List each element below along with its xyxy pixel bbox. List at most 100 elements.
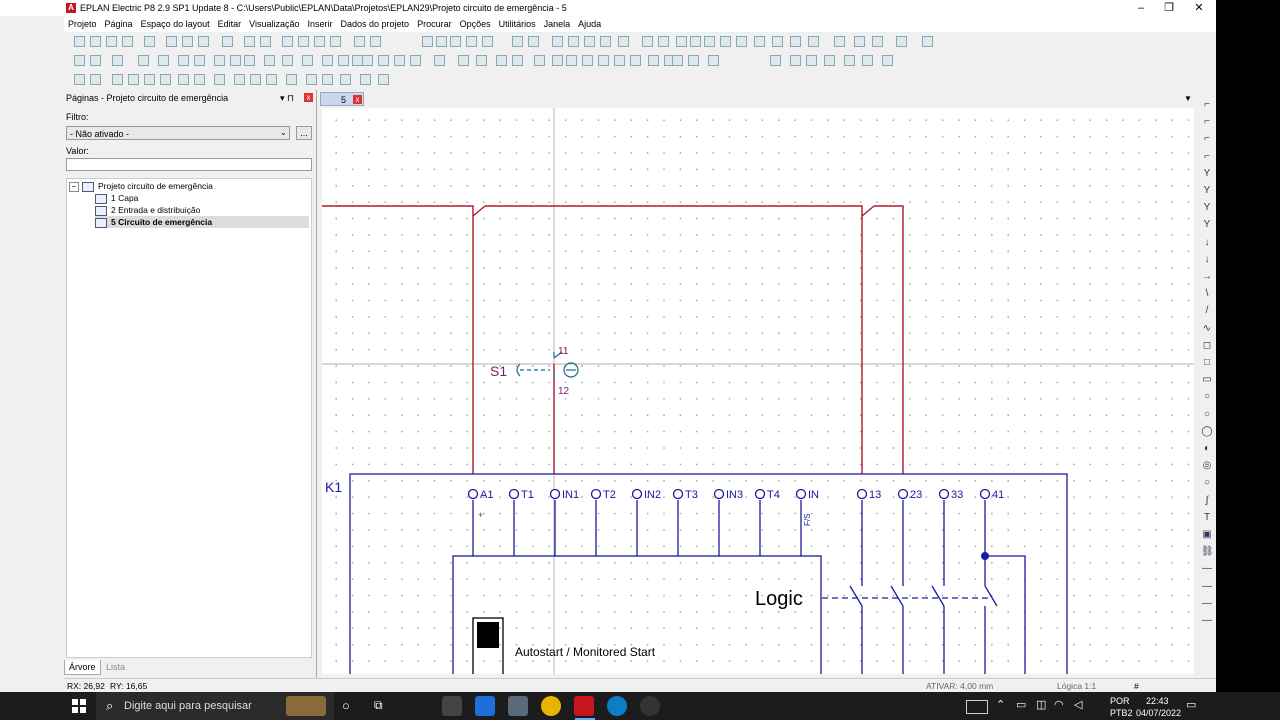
toolbar-tool-icon[interactable] [322, 55, 333, 66]
task-view-icon[interactable]: ⧉ [374, 698, 383, 713]
toolbar-tool-icon[interactable] [534, 55, 545, 66]
toolbar-tool-icon[interactable] [122, 36, 133, 47]
chevron-down-icon[interactable]: ⌄ [280, 128, 287, 137]
toolbar-tool-icon[interactable] [708, 55, 719, 66]
drawing-tool-icon[interactable]: → [1201, 272, 1213, 282]
network-icon[interactable]: ▭ [1016, 698, 1026, 711]
toolbar-tool-icon[interactable] [854, 36, 865, 47]
cortana-icon[interactable]: ○ [342, 698, 350, 713]
clock-date[interactable]: 04/07/2022 [1136, 708, 1181, 718]
toolbar-tool-icon[interactable] [896, 36, 907, 47]
toolbar-tool-icon[interactable] [614, 55, 625, 66]
drawing-tool-icon[interactable]: Y [1201, 220, 1213, 230]
drawing-tool-icon[interactable]: ⌐ [1201, 134, 1213, 144]
toolbar-tool-icon[interactable] [194, 74, 205, 85]
chrome-icon[interactable] [541, 696, 561, 716]
toolbar-tool-icon[interactable] [568, 36, 579, 47]
toolbar-tool-icon[interactable] [244, 36, 255, 47]
toolbar-tool-icon[interactable] [182, 36, 193, 47]
tab-list-chevron-icon[interactable]: ▼ [1184, 94, 1192, 103]
filter-dropdown[interactable]: - Não ativado - [66, 126, 290, 140]
schematic-canvas[interactable]: S1 11 12 K1 + F/S Logic Autostart / Moni… [322, 108, 1194, 674]
drawing-tool-icon[interactable]: ◎ [1201, 461, 1213, 471]
drawing-tool-icon[interactable]: T [1201, 512, 1213, 523]
toolbar-tool-icon[interactable] [436, 36, 447, 47]
drawing-tool-icon[interactable]: Y [1201, 186, 1213, 196]
close-button[interactable]: ✕ [1184, 0, 1214, 16]
toolbar-tool-icon[interactable] [496, 55, 507, 66]
lang-layout[interactable]: PTB2 [1110, 708, 1133, 718]
tree-page-item[interactable]: 1 Capa [95, 192, 138, 204]
toolbar-tool-icon[interactable] [790, 36, 801, 47]
value-input[interactable] [66, 158, 312, 171]
mail-icon[interactable] [475, 696, 495, 716]
toolbar-tool-icon[interactable] [282, 36, 293, 47]
toolbar-tool-icon[interactable] [214, 55, 225, 66]
toolbar-tool-icon[interactable] [230, 55, 241, 66]
toolbar-tool-icon[interactable] [882, 55, 893, 66]
notifications-icon[interactable]: ▭ [1186, 698, 1196, 711]
toolbar-tool-icon[interactable] [340, 74, 351, 85]
toolbar-tool-icon[interactable] [808, 36, 819, 47]
toolbar-tool-icon[interactable] [582, 55, 593, 66]
terminal-connector[interactable] [631, 488, 643, 500]
toolbar-tool-icon[interactable] [844, 55, 855, 66]
panel-close-icon[interactable]: x [304, 93, 313, 102]
toolbar-tool-icon[interactable] [618, 36, 629, 47]
clock-time[interactable]: 22:43 [1146, 696, 1169, 706]
toolbar-tool-icon[interactable] [214, 74, 225, 85]
toolbar-tool-icon[interactable] [112, 74, 123, 85]
toolbar-tool-icon[interactable] [512, 55, 523, 66]
maximize-button[interactable]: ❐ [1154, 0, 1184, 16]
terminal-connector[interactable] [979, 488, 991, 500]
drawing-tool-icon[interactable]: ⌐ [1201, 100, 1213, 110]
toolbar-tool-icon[interactable] [754, 36, 765, 47]
terminal-connector[interactable] [938, 488, 950, 500]
toolbar-tool-icon[interactable] [422, 36, 433, 47]
toolbar-tool-icon[interactable] [158, 55, 169, 66]
lang-indicator[interactable]: POR [1110, 696, 1130, 706]
toolbar-tool-icon[interactable] [512, 36, 523, 47]
tab-lista[interactable]: Lista [102, 660, 129, 674]
menu-opcoes[interactable]: Opções [456, 16, 495, 32]
menu-espaco-layout[interactable]: Espaço do layout [137, 16, 214, 32]
toolbar-tool-icon[interactable] [690, 36, 701, 47]
drawing-tool-icon[interactable]: \ [1201, 289, 1213, 299]
toolbar-tool-icon[interactable] [90, 55, 101, 66]
drawing-tool-icon[interactable]: ◯ [1201, 426, 1213, 437]
windows-start-icon[interactable] [72, 699, 86, 713]
toolbar-tool-icon[interactable] [458, 55, 469, 66]
toolbar-tool-icon[interactable] [720, 36, 731, 47]
drawing-tool-icon[interactable]: ⌐ [1201, 117, 1213, 127]
toolbar-tool-icon[interactable] [338, 55, 349, 66]
menu-utilitarios[interactable]: Utilitários [495, 16, 540, 32]
toolbar-tool-icon[interactable] [74, 74, 85, 85]
terminal-connector[interactable] [856, 488, 868, 500]
toolbar-tool-icon[interactable] [194, 55, 205, 66]
toolbar-tool-icon[interactable] [466, 36, 477, 47]
toolbar-tool-icon[interactable] [234, 74, 245, 85]
taskbar-search-box[interactable]: ⌕ Digite aqui para pesquisar [96, 692, 334, 720]
terminal-connector[interactable] [508, 488, 520, 500]
menu-projeto[interactable]: Projeto [64, 16, 101, 32]
terminal-connector[interactable] [672, 488, 684, 500]
drawing-tool-icon[interactable]: ○ [1201, 478, 1213, 488]
toolbar-tool-icon[interactable] [264, 55, 275, 66]
toolbar-tool-icon[interactable] [354, 36, 365, 47]
toolbar-tool-icon[interactable] [862, 55, 873, 66]
panel-pin-icon[interactable]: ▾ ⊓ [280, 90, 294, 106]
filter-more-button[interactable]: ... [296, 126, 312, 140]
toolbar-tool-icon[interactable] [106, 36, 117, 47]
terminal-connector[interactable] [590, 488, 602, 500]
toolbar-tool-icon[interactable] [306, 74, 317, 85]
drawing-tool-icon[interactable]: — [1201, 616, 1213, 626]
toolbar-tool-icon[interactable] [772, 36, 783, 47]
toolbar-tool-icon[interactable] [362, 55, 373, 66]
minimize-button[interactable]: – [1126, 0, 1156, 16]
terminal-connector[interactable] [897, 488, 909, 500]
terminal-connector[interactable] [467, 488, 479, 500]
toolbar-tool-icon[interactable] [806, 55, 817, 66]
toolbar-tool-icon[interactable] [790, 55, 801, 66]
toolbar-tool-icon[interactable] [178, 74, 189, 85]
eplan-taskbar-icon[interactable] [574, 696, 594, 716]
